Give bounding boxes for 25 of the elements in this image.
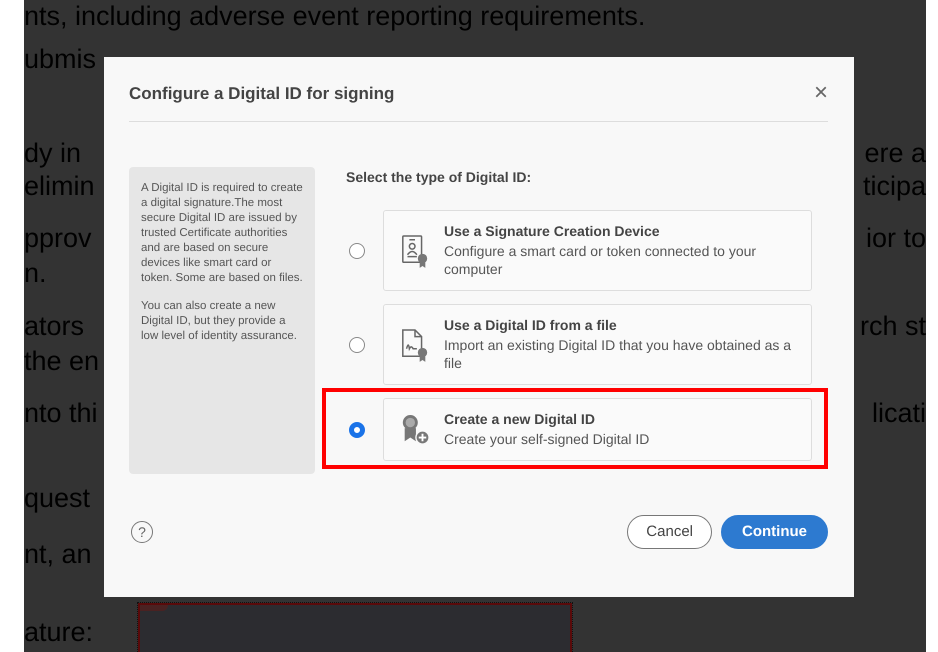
radio-button[interactable]: [349, 242, 365, 258]
field-tab: [140, 605, 168, 611]
dialog-title: Configure a Digital ID for signing: [129, 84, 394, 104]
close-button[interactable]: ×: [814, 79, 828, 107]
option-card[interactable]: Create a new Digital ID Create your self-signed Digital ID: [383, 398, 812, 461]
help-icon[interactable]: ?: [131, 520, 153, 542]
option-title: Use a Digital ID from a file: [444, 317, 618, 333]
option-card[interactable]: Use a Signature Creation Device Configure a smart card or token connected to your computer: [383, 210, 812, 291]
option-description: Create your self-signed Digital ID: [444, 430, 650, 448]
option-title: Create a new Digital ID: [444, 411, 596, 427]
info-text: A Digital ID is required to create a digital signature.The most secure Digital ID are issued by trusted Certificate authorities and are based on secure devices like smart card or token. Some are based on files.: [141, 181, 304, 286]
badge-plus-icon: [400, 412, 430, 446]
info-text: You can also create a new Digital ID, but they provide a low level of identity assurance.: [141, 299, 298, 344]
option-card[interactable]: Use a Digital ID from a file Import an existing Digital ID that you have obtained as a file: [383, 304, 812, 385]
signature-field[interactable]: [138, 603, 572, 652]
option-description: Configure a smart card or token connected to your computer: [444, 242, 758, 278]
continue-button[interactable]: Continue: [721, 514, 828, 548]
option-title: Use a Signature Creation Device: [444, 223, 661, 239]
certificate-icon: [400, 234, 430, 268]
cancel-button[interactable]: Cancel: [627, 514, 712, 548]
option-description: Import an existing Digital ID that you have obtained as a file: [444, 336, 792, 372]
prompt-label: Select the type of Digital ID:: [346, 169, 532, 185]
radio-button[interactable]: [349, 422, 365, 438]
radio-button[interactable]: [349, 336, 365, 352]
document-icon: [400, 328, 430, 362]
